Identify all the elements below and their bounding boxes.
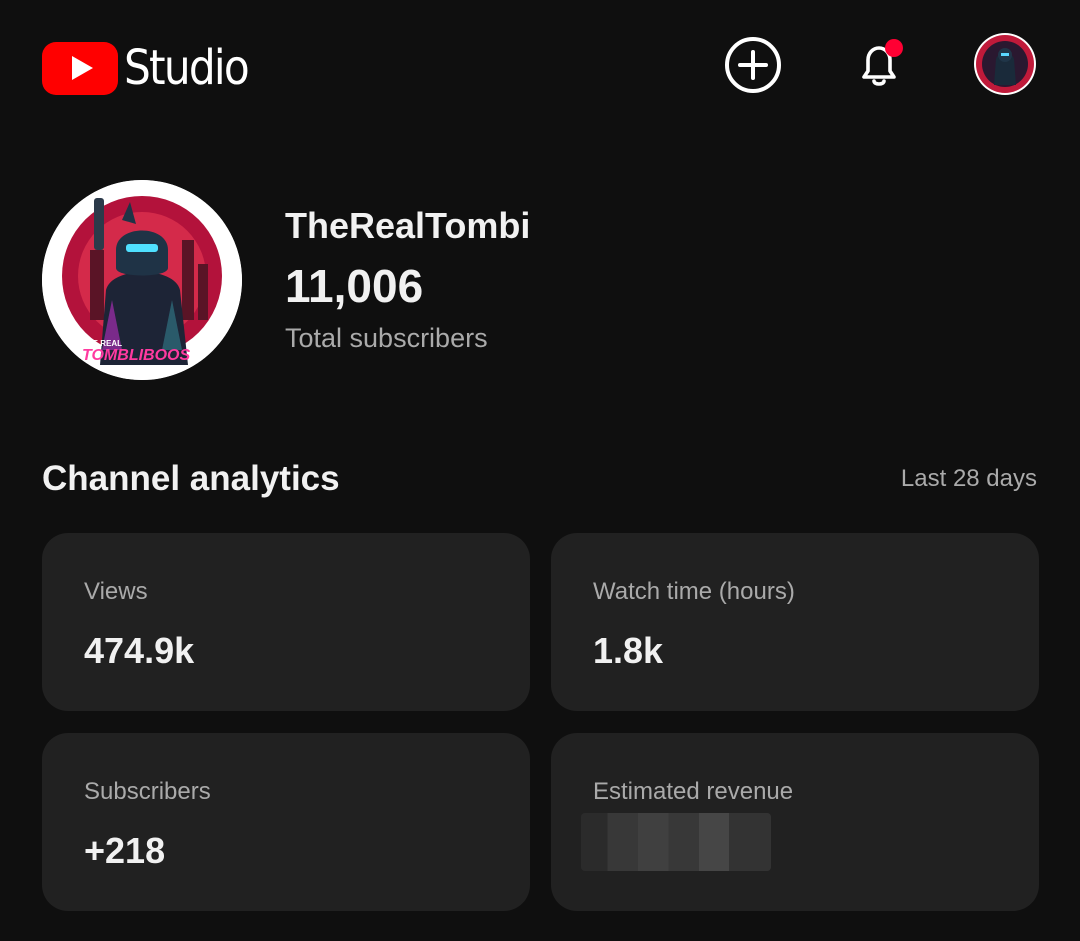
card-label: Watch time (hours): [593, 578, 795, 605]
subscriber-label: Total subscribers: [285, 323, 488, 353]
notification-badge: [885, 39, 903, 57]
card-label: Estimated revenue: [593, 778, 794, 805]
card-value: +218: [84, 830, 166, 871]
analytics-period: Last 28 days: [900, 465, 1037, 492]
account-avatar[interactable]: [974, 33, 1036, 95]
views-card[interactable]: Views 474.9k: [42, 533, 530, 711]
app-name: Studio: [124, 40, 250, 96]
channel-name[interactable]: TheRealTombi: [285, 203, 530, 249]
analytics-title: Channel analytics: [42, 459, 340, 498]
channel-info: TheRealTombi 11,006 Total subscribers: [285, 203, 530, 355]
youtube-play-icon: [42, 41, 118, 95]
revenue-card[interactable]: Estimated revenue: [551, 733, 1039, 911]
account-avatar-image: [976, 35, 1034, 93]
avatar-text-large: TOMBLIBOOS: [82, 347, 190, 364]
studio-logo[interactable]: Studio: [42, 38, 265, 98]
notifications-button[interactable]: [848, 34, 910, 96]
top-app-bar: Studio: [0, 0, 1080, 130]
watch-time-card[interactable]: Watch time (hours) 1.8k: [551, 533, 1039, 711]
card-label: Subscribers: [84, 778, 211, 805]
channel-avatar[interactable]: THE REAL TOMBLIBOOS: [42, 180, 242, 380]
create-button[interactable]: [722, 34, 784, 96]
card-value: 474.9k: [84, 630, 195, 671]
card-value: 1.8k: [593, 630, 664, 671]
subscriber-count: 11,006: [285, 260, 424, 312]
subscribers-card[interactable]: Subscribers +218: [42, 733, 530, 911]
card-label: Views: [84, 578, 148, 605]
add-circle-icon: [725, 37, 781, 93]
channel-avatar-image: THE REAL TOMBLIBOOS: [42, 180, 242, 380]
redacted-value: [581, 813, 771, 871]
